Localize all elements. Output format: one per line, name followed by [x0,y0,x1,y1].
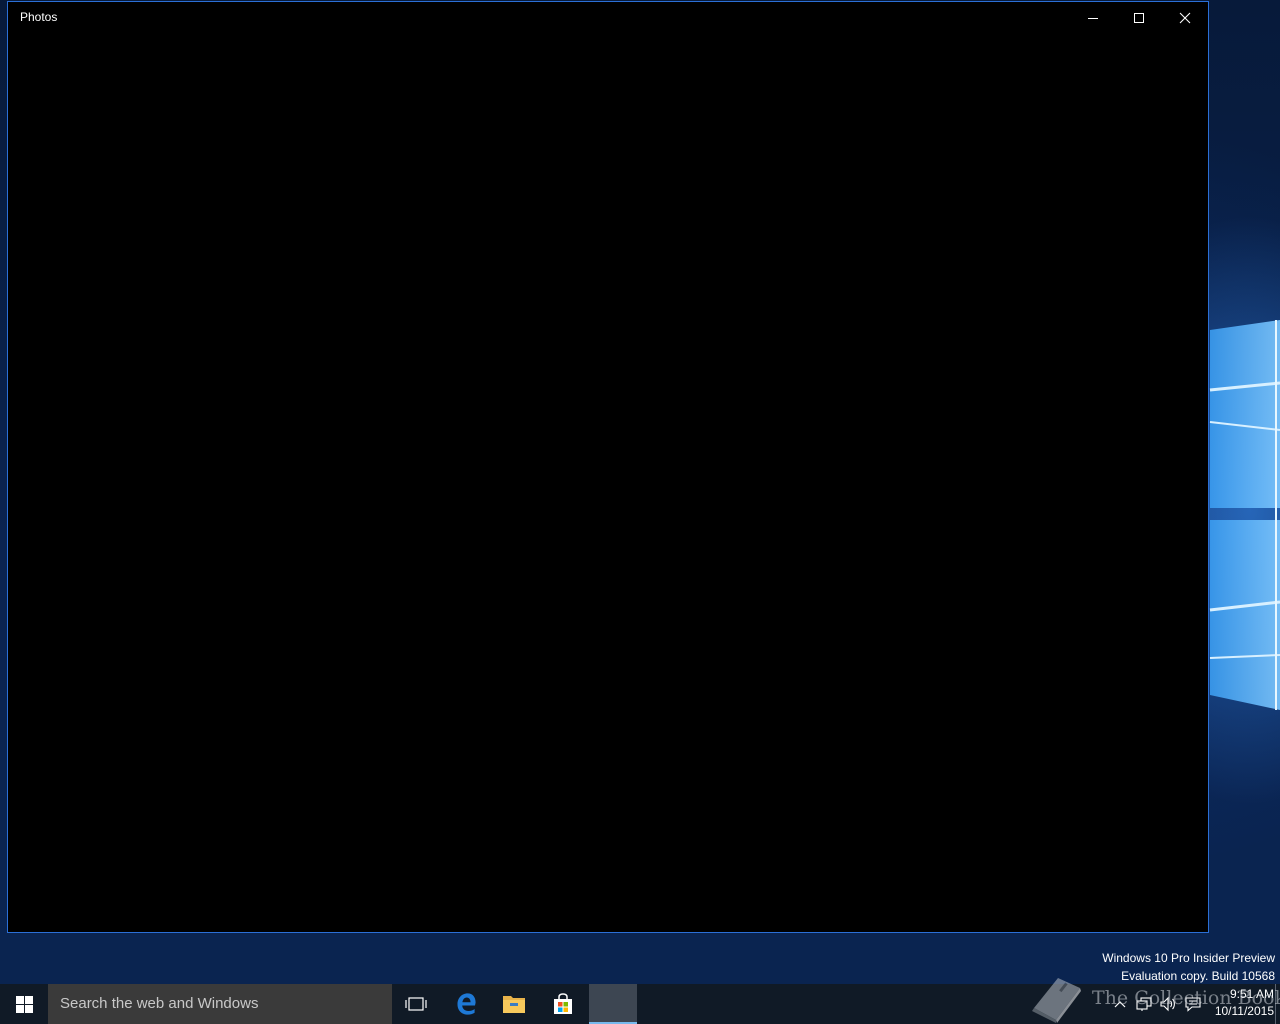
minimize-icon [1088,17,1098,19]
task-view-button[interactable] [392,984,440,1024]
watermark-line-1: Windows 10 Pro Insider Preview [1102,951,1275,965]
start-button[interactable] [0,984,48,1024]
search-placeholder: Search the web and Windows [60,995,259,1012]
window-title: Photos [20,10,58,24]
window-titlebar[interactable]: Photos [8,2,1208,33]
maximize-icon [1134,12,1144,23]
windows-start-icon [15,995,33,1013]
search-input[interactable]: Search the web and Windows [48,984,392,1024]
photos-content-area[interactable] [8,33,1208,932]
collection-book-logo: The Collection Book [1028,974,1280,1024]
file-explorer-button[interactable] [490,984,538,1024]
close-button[interactable] [1162,2,1208,33]
task-view-icon [405,997,427,1011]
maximize-button[interactable] [1116,2,1162,33]
store-button[interactable] [539,984,587,1024]
book-icon [1032,978,1081,1023]
photos-window[interactable]: Photos [7,1,1209,933]
close-icon [1179,12,1191,23]
store-icon [554,993,572,1014]
edge-button[interactable] [442,984,490,1024]
photos-taskbar-button[interactable] [589,984,637,1024]
collection-book-text: The Collection Book [1092,987,1280,1009]
folder-icon [503,996,525,1013]
minimize-button[interactable] [1070,2,1116,33]
edge-icon [457,993,476,1015]
